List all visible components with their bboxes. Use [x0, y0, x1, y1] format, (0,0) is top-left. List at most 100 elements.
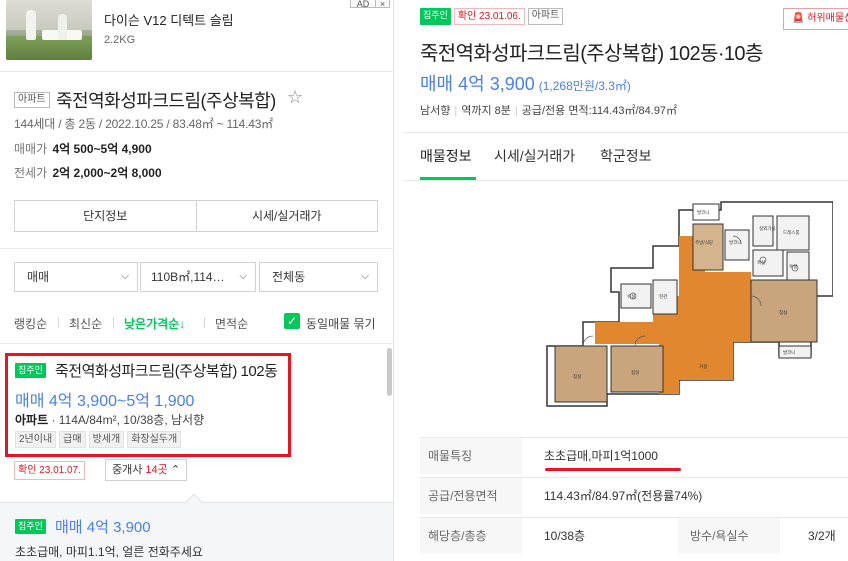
complex-meta: 144세대 / 총 2동 / 2022.10.25 / 83.48㎡ ~ 114…	[14, 117, 273, 131]
unit-price: (1,268만원/3.3㎡)	[538, 79, 631, 93]
dong-value: 전체동	[272, 270, 306, 284]
floor-value: 10/38층	[544, 529, 586, 543]
chevron-down-icon: ⌵	[361, 271, 369, 282]
property-type-tag: 아파트	[14, 92, 50, 108]
station-distance: 역까지 8분	[461, 105, 511, 117]
owner-badge: 집주인	[15, 363, 46, 378]
active-tab-indicator	[420, 177, 476, 180]
svg-text:현관: 현관	[659, 293, 667, 300]
sale-price-range: 매매가 4억 500~5억 4,900	[14, 140, 152, 157]
trade-type-value: 매매	[27, 270, 50, 284]
dong-select[interactable]: 전체동 ⌵	[259, 262, 378, 292]
chevron-up-icon: ⌃	[170, 464, 181, 476]
complex-info-button[interactable]: 단지정보	[15, 201, 196, 231]
area-value: 114.43㎡/84.97㎡(전용률74%)	[544, 489, 703, 503]
report-button[interactable]: 🚨 허위매물신고	[783, 8, 848, 30]
sort-latest[interactable]: 최신순	[69, 315, 102, 332]
area-value: 110B㎡,114…	[151, 270, 225, 284]
info-row-floor: 해당층/총층 10/38층 방수/욕실수 3/2개	[420, 517, 848, 554]
agents-count: 14곳	[145, 464, 168, 476]
ad-title[interactable]: 다이슨 V12 디텍트 슬림	[104, 10, 234, 29]
star-icon[interactable]: ☆	[287, 87, 303, 108]
ad-badge: AD	[350, 0, 376, 9]
agents-label: 중개사	[112, 464, 146, 476]
floor-label: 해당층/총층	[420, 518, 522, 554]
chevron-down-icon: ⌵	[121, 271, 129, 282]
svg-text:주방/식당: 주방/식당	[695, 239, 713, 246]
sort-area[interactable]: 면적순	[215, 315, 248, 332]
detail-panel: 집주인 확인 23.01.06. 아파트 🚨 허위매물신고 죽전역화성파크드림(…	[403, 0, 848, 561]
listing-spec-detail: · 114A/84m², 10/38층, 남서향	[48, 413, 205, 427]
property-type-tag: 아파트	[527, 8, 564, 25]
svg-text:침실: 침실	[631, 369, 639, 376]
lease-price-value: 2억 2,000~2억 8,000	[52, 166, 162, 180]
sale-price-value: 4억 500~5억 4,900	[52, 142, 152, 156]
detail-price: 매매 4억 3,900 (1,268만원/3.3㎡)	[420, 70, 631, 96]
ad-image[interactable]	[6, 0, 92, 60]
listing-price: 매매 4억 3,900	[55, 519, 151, 536]
svg-text:욕실: 욕실	[627, 293, 635, 300]
svg-text:욕실: 욕실	[789, 263, 797, 270]
listing-item[interactable]: 집주인 매매 4억 3,900 초초급매, 마피1.1억, 얼른 전화주세요	[0, 493, 393, 561]
listing-tag: 방세개	[88, 431, 125, 448]
tab-listing-info[interactable]: 매물정보	[420, 146, 472, 166]
svg-text:실외기실: 실외기실	[759, 225, 776, 232]
listing-item[interactable]: 집주인 죽전역화성파크드림(주상복합) 102동 매매 4억 3,900~5억 …	[0, 344, 393, 502]
red-underline-annotation	[545, 468, 681, 471]
sort-bar: 랭킹순 최신순 낮은가격순↓ 면적순 ✓ 동일매물 묶기	[0, 300, 393, 344]
complex-name: 죽전역화성파크드림(주상복합)	[56, 91, 276, 111]
complex-buttons: 단지정보 시세/실거래가	[14, 200, 378, 232]
svg-text:발코니: 발코니	[697, 209, 709, 216]
same-listing-label[interactable]: 동일매물 묶기	[306, 315, 376, 332]
owner-badge: 집주인	[420, 8, 451, 25]
svg-text:발코니: 발코니	[729, 239, 741, 246]
detail-badges: 집주인 확인 23.01.06. 아파트	[420, 8, 564, 25]
chevron-down-icon: ⌵	[239, 271, 247, 282]
area-select[interactable]: 110B㎡,114… ⌵	[140, 262, 256, 292]
ad-banner[interactable]: 다이슨 V12 디텍트 슬림 2.2KG AD ×	[0, 0, 393, 72]
listing-spec: 아파트 · 114A/84m², 10/38층, 남서향	[15, 411, 204, 428]
floor-plan-image[interactable]: 침실 침실 침실 거실 주방/식당 발코니 실외기실 드레스룸 욕실 욕실 욕실…	[543, 196, 833, 424]
area-label: 공급/전용면적	[420, 478, 522, 514]
rooms-value: 3/2개	[808, 529, 836, 543]
area-summary: 공급/전용 면적:114.43㎡/84.97㎡	[521, 105, 678, 117]
detail-price-value: 매매 4억 3,900	[420, 74, 535, 94]
feature-label: 매물특징	[420, 438, 522, 474]
ad-subtitle: 2.2KG	[104, 34, 136, 46]
svg-text:드레스룸: 드레스룸	[783, 229, 800, 236]
lease-price-range: 전세가 2억 2,000~2억 8,000	[14, 164, 162, 181]
tab-school-info[interactable]: 학군정보	[600, 146, 652, 166]
sort-ranking[interactable]: 랭킹순	[14, 315, 47, 332]
rooms-label: 방수/욕실수	[678, 518, 780, 554]
svg-text:침실: 침실	[779, 309, 787, 316]
sort-lowest-price[interactable]: 낮은가격순↓	[124, 315, 185, 332]
trade-type-select[interactable]: 매매 ⌵	[14, 262, 138, 292]
svg-text:침실: 침실	[573, 373, 581, 380]
same-listing-checkbox[interactable]: ✓	[284, 313, 300, 329]
detail-meta: 남서향 | 역까지 8분 | 공급/전용 면적:114.43㎡/84.97㎡	[420, 105, 678, 117]
agents-button[interactable]: 중개사 14곳 ⌃	[105, 459, 188, 481]
detail-title: 죽전역화성파크드림(주상복합) 102동·10층	[420, 43, 763, 65]
direction: 남서향	[420, 105, 451, 117]
complex-summary: 아파트 죽전역화성파크드림(주상복합) ☆ 144세대 / 총 2동 / 202…	[0, 72, 393, 248]
tab-price-history[interactable]: 시세/실거래가	[494, 146, 575, 166]
listing-title[interactable]: 죽전역화성파크드림(주상복합) 102동	[55, 360, 278, 381]
listing-type: 아파트	[15, 413, 49, 427]
listing-description: 초초급매, 마피1.1억, 얼른 전화주세요	[15, 545, 203, 559]
listing-panel: 다이슨 V12 디텍트 슬림 2.2KG AD × 아파트 죽전역화성파크드림(…	[0, 0, 394, 561]
svg-text:욕실: 욕실	[757, 259, 765, 266]
listing-tags: 2년이내 급매 방세개 화장실두개	[15, 431, 182, 448]
price-history-button[interactable]: 시세/실거래가	[195, 201, 378, 231]
owner-badge: 집주인	[15, 519, 46, 534]
close-icon[interactable]: ×	[376, 0, 390, 9]
scrollbar-thumb[interactable]	[387, 348, 392, 396]
sale-price-label: 매매가	[14, 142, 48, 156]
lease-price-label: 전세가	[14, 166, 48, 180]
confirm-date: 확인 23.01.06.	[453, 8, 525, 25]
listing-price: 매매 4억 3,900~5억 1,900	[15, 393, 195, 410]
info-row-area: 공급/전용면적 114.43㎡/84.97㎡(전용률74%)	[420, 477, 848, 514]
listing-tag: 2년이내	[15, 431, 57, 448]
detail-tabs: 매물정보 시세/실거래가 학군정보	[403, 133, 848, 181]
confirm-date: 확인 23.01.07.	[14, 461, 85, 480]
siren-icon: 🚨	[792, 13, 805, 24]
